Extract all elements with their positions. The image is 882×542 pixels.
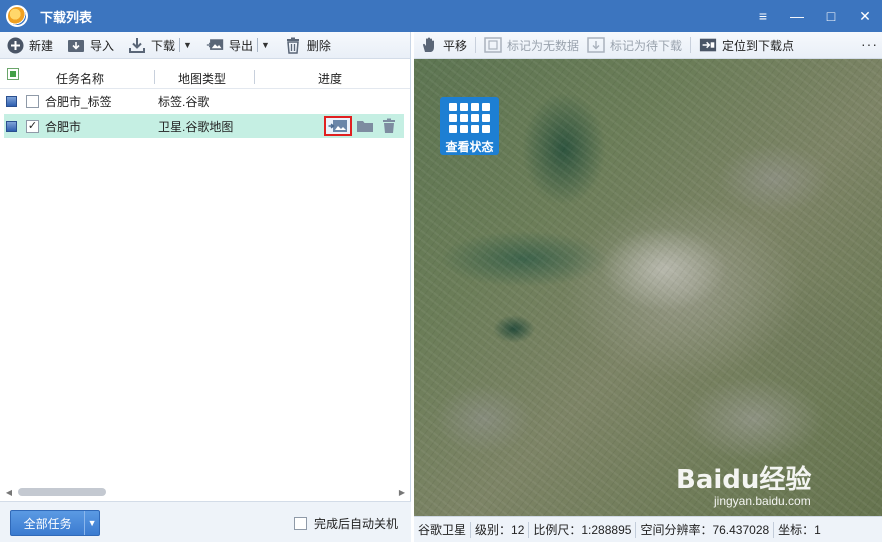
mark-pending-label: 标记为待下载 [610, 38, 683, 53]
toolbar-separator [475, 37, 477, 53]
export-image-action-button[interactable] [324, 116, 352, 136]
status-resolution: 空间分辨率：76.437028 [636, 521, 775, 538]
scroll-right-icon[interactable]: ▶ [397, 488, 407, 497]
map-toolbar: 平移 标记为无数据 标记为待下载 定位到下载点 ··· [414, 32, 882, 59]
import-folder-icon [67, 36, 85, 54]
locate-button[interactable]: 定位到下载点 [699, 32, 794, 59]
window-title: 下载列表 [40, 9, 93, 25]
auto-shutdown-checkbox[interactable]: 完成后自动关机 [294, 515, 398, 532]
new-label: 新建 [29, 38, 54, 53]
delete-task-button[interactable] [378, 116, 400, 136]
more-options-icon[interactable]: ··· [861, 36, 878, 52]
column-header-name[interactable]: 任务名称 [40, 70, 120, 87]
mark-no-data-label: 标记为无数据 [507, 38, 580, 53]
pan-button[interactable]: 平移 [420, 32, 467, 59]
export-label: 导出 [228, 38, 253, 53]
mark-pending-button[interactable]: 标记为待下载 [587, 32, 682, 59]
window-controls: ≡ — □ ✕ [746, 0, 882, 32]
folder-icon [357, 121, 373, 132]
all-tasks-dropdown-icon[interactable]: ▼ [84, 511, 99, 535]
task-actions [324, 116, 402, 136]
mark-no-data-button[interactable]: 标记为无数据 [484, 32, 579, 59]
task-name: 合肥市_标签 [45, 94, 112, 109]
select-all-checkbox[interactable] [7, 67, 19, 80]
maximize-button[interactable]: □ [814, 0, 848, 32]
auto-shutdown-label: 完成后自动关机 [314, 517, 399, 531]
download-button[interactable]: 下载 ▼ [128, 32, 192, 59]
baidu-watermark: Baidu经验 jingyan.baidu.com [676, 459, 811, 508]
view-status-button[interactable]: 查看状态 [440, 97, 499, 155]
new-button[interactable]: 新建 [6, 32, 53, 59]
mark-empty-icon [484, 36, 502, 54]
export-button[interactable]: 导出 ▼ [206, 32, 270, 59]
view-status-label: 查看状态 [445, 140, 494, 154]
column-divider [254, 70, 255, 84]
task-checkbox[interactable] [26, 94, 39, 108]
scroll-left-icon[interactable]: ◀ [4, 488, 14, 497]
status-level: 级别：12 [471, 521, 530, 538]
task-row[interactable]: 合肥市_标签 标签.谷歌 [4, 89, 404, 113]
locate-label: 定位到下载点 [722, 38, 795, 53]
status-coords: 坐标：1 [778, 522, 821, 537]
column-header-progress[interactable]: 进度 [300, 70, 360, 87]
column-header-type[interactable]: 地图类型 [162, 70, 242, 87]
task-bottom-bar: 全部任务 ▼ 完成后自动关机 [0, 501, 411, 542]
locate-icon [699, 36, 717, 54]
close-button[interactable]: ✕ [848, 0, 882, 32]
download-icon [128, 36, 146, 54]
import-button[interactable]: 导入 [67, 32, 114, 59]
task-row-selected[interactable]: ✓ 合肥市 卫星.谷歌地图 [4, 114, 404, 138]
download-label: 下载 [151, 38, 176, 53]
import-label: 导入 [90, 38, 115, 53]
scroll-track[interactable] [14, 487, 397, 497]
download-dropdown-icon[interactable]: ▼ [179, 38, 192, 52]
hand-icon [420, 36, 438, 54]
satellite-map[interactable]: 查看状态 Baidu经验 jingyan.baidu.com [414, 59, 882, 516]
delete-label: 删除 [306, 38, 331, 53]
checkbox-box[interactable] [294, 517, 307, 530]
trash-icon [284, 36, 302, 54]
all-tasks-label: 全部任务 [23, 516, 72, 531]
minimize-button[interactable]: — [780, 0, 814, 32]
task-name: 合肥市 [45, 119, 82, 134]
trash-icon [383, 118, 395, 133]
task-map-type: 标签.谷歌 [158, 94, 210, 109]
title-bar: 下载列表 ≡ — □ ✕ [0, 0, 882, 32]
watermark-brand: Baidu经验 [676, 465, 812, 495]
export-image-icon [206, 36, 224, 54]
all-tasks-button[interactable]: 全部任务 ▼ [10, 510, 100, 536]
task-map-type: 卫星.谷歌地图 [158, 119, 234, 134]
map-statusbar: 谷歌卫星 级别：12 比例尺：1:288895 空间分辨率：76.437028 … [414, 516, 882, 542]
task-marker-icon [6, 120, 17, 132]
export-dropdown-icon[interactable]: ▼ [256, 38, 270, 52]
status-scale: 比例尺：1:288895 [529, 521, 637, 538]
horizontal-scrollbar[interactable]: ◀ ▶ [4, 485, 407, 499]
delete-button[interactable]: 删除 [284, 32, 331, 59]
watermark-url: jingyan.baidu.com [714, 494, 811, 508]
task-marker-icon [6, 95, 17, 107]
task-panel: 新建 导入 下载 ▼ 导出 ▼ 删除 任务名称 地图类型 进度 合肥市_标签 标… [0, 32, 411, 542]
task-toolbar: 新建 导入 下载 ▼ 导出 ▼ 删除 [0, 32, 410, 59]
toolbar-separator [690, 37, 692, 53]
map-panel: 平移 标记为无数据 标记为待下载 定位到下载点 ··· 查看状态 Baidu经验… [414, 32, 882, 542]
grid-icon [449, 103, 490, 133]
plus-circle-icon [6, 36, 24, 54]
menu-button[interactable]: ≡ [746, 0, 780, 32]
app-logo-icon [6, 5, 28, 27]
open-folder-button[interactable] [354, 116, 376, 136]
task-checkbox-checked[interactable]: ✓ [26, 119, 39, 133]
export-image-icon [328, 120, 347, 132]
pan-label: 平移 [443, 38, 468, 53]
column-divider [154, 70, 155, 84]
status-source: 谷歌卫星 [414, 521, 472, 538]
mark-download-icon [587, 36, 605, 54]
scroll-thumb[interactable] [18, 488, 106, 496]
